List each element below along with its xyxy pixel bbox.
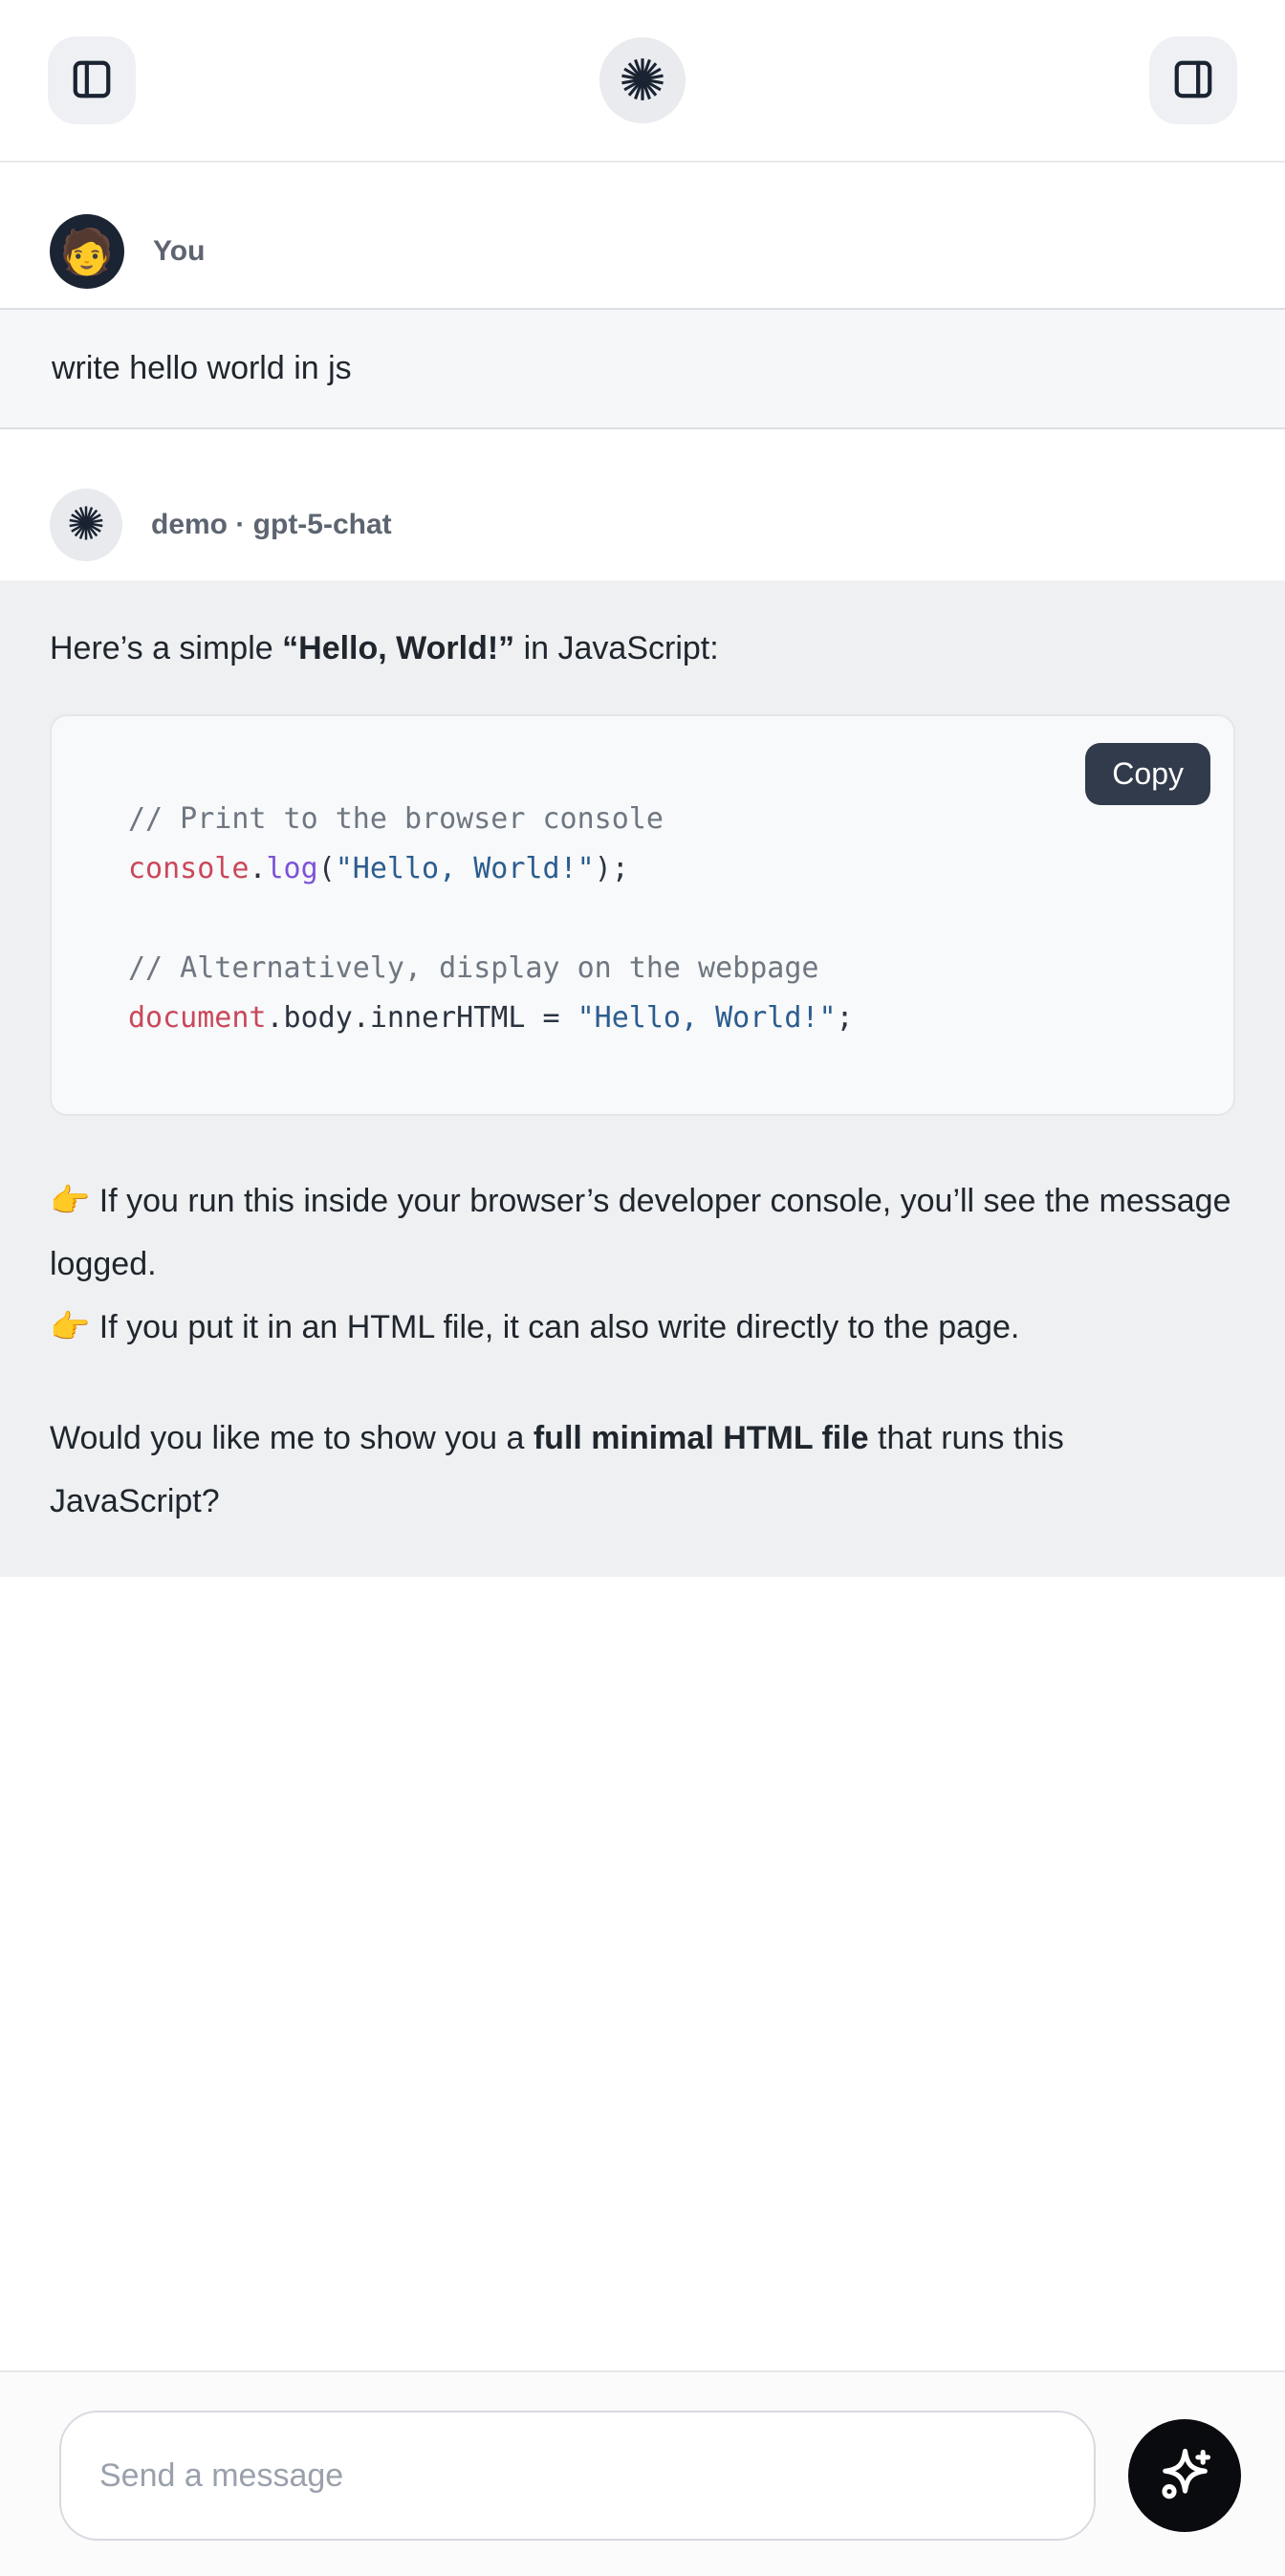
code-block: Copy // Print to the browser console con…: [50, 714, 1235, 1116]
assistant-avatar: [50, 489, 122, 561]
chat-thread: 🧑 You write hello world in js: [0, 163, 1285, 1577]
assistant-message: demo · gpt-5-chat Here’s a simple “Hello…: [0, 429, 1285, 1577]
app-logo-button[interactable]: [599, 37, 686, 123]
send-button[interactable]: [1128, 2419, 1241, 2532]
assistant-bullet-paragraph: 👉 If you run this inside your browser’s …: [50, 1169, 1235, 1359]
user-avatar: 🧑: [50, 214, 124, 289]
assistant-message-header: demo · gpt-5-chat: [0, 429, 1285, 580]
chat-app: 🧑 You write hello world in js: [0, 0, 1285, 2576]
composer: [0, 2370, 1285, 2576]
starburst-icon: [67, 504, 105, 547]
panel-right-icon: [1171, 57, 1215, 104]
assistant-intro-text: Here’s a simple “Hello, World!” in JavaS…: [50, 626, 1235, 670]
empty-thread-space: [0, 1577, 1285, 2370]
assistant-message-body: Here’s a simple “Hello, World!” in JavaS…: [0, 580, 1285, 1577]
sidebar-toggle-button[interactable]: [48, 36, 136, 124]
sparkle-icon: [1154, 2444, 1215, 2508]
code-content: // Print to the browser console console.…: [128, 795, 1195, 1043]
copy-button[interactable]: Copy: [1085, 743, 1210, 805]
starburst-icon: [619, 55, 666, 106]
user-message-text: write hello world in js: [52, 350, 1233, 387]
bullet-line: 👉 If you put it in an HTML file, it can …: [50, 1296, 1235, 1359]
assistant-author-label: demo · gpt-5-chat: [151, 509, 392, 541]
bullet-line: 👉 If you run this inside your browser’s …: [50, 1169, 1235, 1296]
panel-toggle-button[interactable]: [1149, 36, 1237, 124]
panel-left-icon: [70, 57, 114, 104]
assistant-closing-text: Would you like me to show you a full min…: [50, 1407, 1235, 1533]
top-bar: [0, 0, 1285, 163]
user-author-label: You: [153, 235, 205, 268]
user-message-body: write hello world in js: [0, 308, 1285, 429]
person-emoji: 🧑: [59, 229, 114, 273]
user-message-header: 🧑 You: [0, 163, 1285, 308]
user-message: 🧑 You write hello world in js: [0, 163, 1285, 429]
message-input[interactable]: [59, 2411, 1096, 2541]
